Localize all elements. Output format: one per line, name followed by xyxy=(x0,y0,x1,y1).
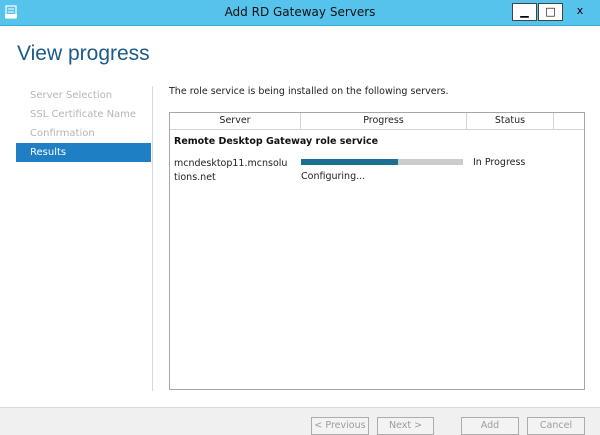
wizard-nav: Server Selection SSL Certificate Name Co… xyxy=(16,86,151,162)
table-header: Server Progress Status xyxy=(170,113,584,130)
intro-text: The role service is being installed on t… xyxy=(169,86,449,97)
group-label: Remote Desktop Gateway role service xyxy=(174,136,379,147)
column-header-server[interactable]: Server xyxy=(170,113,301,129)
add-button[interactable]: Add xyxy=(461,417,519,435)
status-text: In Progress xyxy=(473,157,526,168)
progress-text: Configuring... xyxy=(301,171,366,182)
nav-item-ssl-certificate-name[interactable]: SSL Certificate Name xyxy=(16,105,151,124)
previous-button[interactable]: < Previous xyxy=(311,417,369,435)
nav-divider xyxy=(152,86,153,391)
server-name: mcndesktop11.mcnsolutions.net xyxy=(174,158,288,183)
nav-item-results[interactable]: Results xyxy=(16,143,151,162)
nav-item-confirmation[interactable]: Confirmation xyxy=(16,124,151,143)
nav-item-server-selection[interactable]: Server Selection xyxy=(16,86,151,105)
progress-bar xyxy=(301,159,463,165)
next-button[interactable]: Next > xyxy=(377,417,434,435)
title-bar[interactable]: Add RD Gateway Servers ▁ □ x xyxy=(0,0,600,26)
cancel-button[interactable]: Cancel xyxy=(527,417,585,435)
maximize-button[interactable]: □ xyxy=(538,3,563,21)
progress-table: Server Progress Status Remote Desktop Ga… xyxy=(169,112,585,390)
footer-bar: < Previous Next > Add Cancel xyxy=(0,407,600,435)
minimize-button[interactable]: ▁ xyxy=(512,3,537,21)
close-button[interactable]: x xyxy=(565,3,595,21)
page-title: View progress xyxy=(17,42,150,65)
progress-bar-fill xyxy=(301,159,399,165)
window-title: Add RD Gateway Servers xyxy=(224,5,376,19)
column-header-status[interactable]: Status xyxy=(467,113,554,129)
column-header-progress[interactable]: Progress xyxy=(301,113,467,129)
